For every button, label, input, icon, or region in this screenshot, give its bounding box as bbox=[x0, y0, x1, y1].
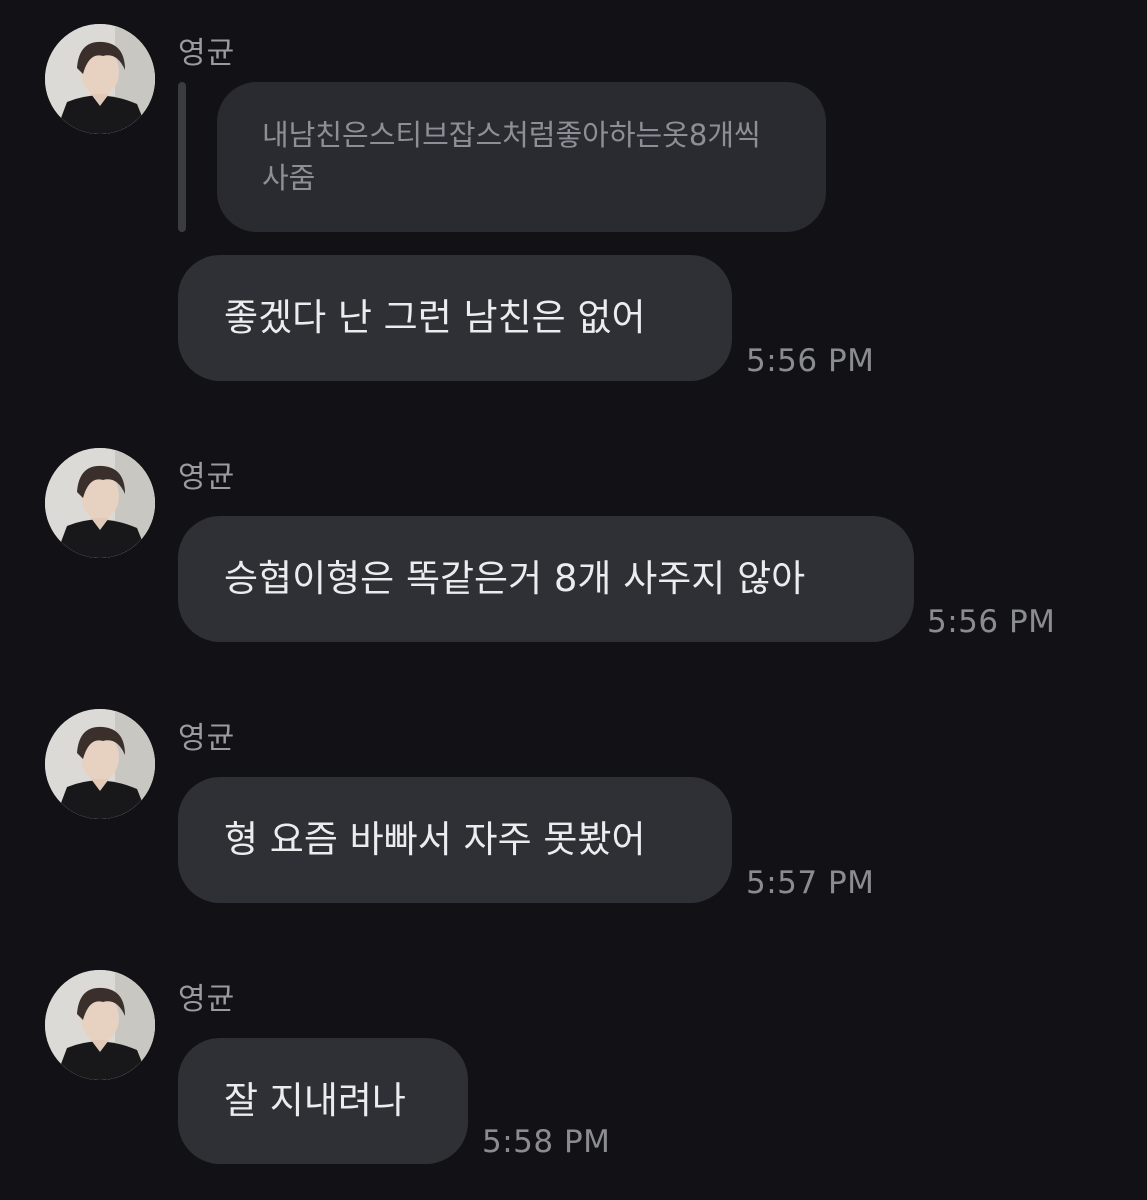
message-timestamp: 5:56 PM bbox=[927, 604, 1056, 640]
sender-avatar[interactable] bbox=[45, 970, 155, 1080]
reply-indicator bbox=[178, 82, 186, 232]
quoted-message[interactable]: 내남친은스티브잡스처럼좋아하는옷8개씩사줌 bbox=[217, 82, 826, 232]
sender-name: 영균 bbox=[178, 982, 236, 1017]
message-timestamp: 5:58 PM bbox=[482, 1124, 611, 1160]
profile-photo-icon bbox=[45, 448, 155, 558]
profile-photo-icon bbox=[45, 970, 155, 1080]
sender-avatar[interactable] bbox=[45, 709, 155, 819]
sender-name: 영균 bbox=[178, 460, 236, 495]
message-bubble[interactable]: 승협이형은 똑같은거 8개 사주지 않아 bbox=[178, 516, 914, 642]
sender-name: 영균 bbox=[178, 36, 236, 71]
message-bubble[interactable]: 형 요즘 바빠서 자주 못봤어 bbox=[178, 777, 732, 903]
sender-name: 영균 bbox=[178, 721, 236, 756]
sender-avatar[interactable] bbox=[45, 24, 155, 134]
sender-avatar[interactable] bbox=[45, 448, 155, 558]
profile-photo-icon bbox=[45, 709, 155, 819]
profile-photo-icon bbox=[45, 24, 155, 134]
message-bubble[interactable]: 잘 지내려나 bbox=[178, 1038, 468, 1164]
message-timestamp: 5:56 PM bbox=[746, 343, 875, 379]
message-bubble[interactable]: 좋겠다 난 그런 남친은 없어 bbox=[178, 255, 732, 381]
message-timestamp: 5:57 PM bbox=[746, 865, 875, 901]
